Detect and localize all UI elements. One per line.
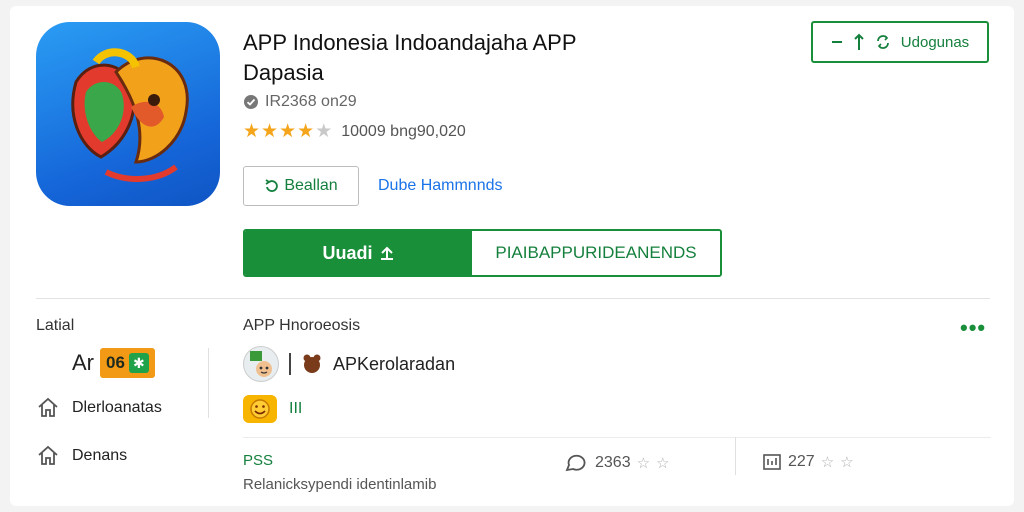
app-id-text: IR2368 on29 xyxy=(265,93,357,110)
home-icon xyxy=(36,396,60,420)
install-button-label: Uuadi xyxy=(322,242,373,263)
badge-label: III xyxy=(289,400,303,417)
top-right-action-button[interactable]: Udogunas xyxy=(811,21,989,63)
developer-row[interactable]: APKerolaradan xyxy=(243,346,455,382)
comment-icon xyxy=(563,452,589,474)
stat-divider xyxy=(735,437,736,475)
avatar xyxy=(243,346,279,382)
star-empty-icon: ★ xyxy=(315,121,333,142)
minus-icon xyxy=(831,36,843,48)
star-empty-icon: ☆ xyxy=(656,455,670,472)
bottom-description: Relanicksypendi identinlamib xyxy=(243,476,437,493)
more-icon[interactable]: ••• xyxy=(960,315,986,341)
wishlist-button[interactable]: Beallan xyxy=(243,166,359,206)
smiley-icon xyxy=(243,395,277,423)
install-button-group: Uuadi PIAIBAPPURIDEANENDS xyxy=(243,229,722,277)
refresh-icon xyxy=(264,178,280,194)
secondary-action-label: PIAIBAPPURIDEANENDS xyxy=(495,243,697,262)
app-id-row: IR2368 on29 xyxy=(243,93,357,111)
section-divider-2 xyxy=(243,437,991,438)
section-divider xyxy=(36,298,990,299)
star-icon: ★ xyxy=(243,121,261,142)
side-item-2-label: Denans xyxy=(72,447,128,464)
section-title: APP Hnoroeosis xyxy=(243,317,361,334)
column-divider xyxy=(208,348,209,418)
side-item-2[interactable]: Denans xyxy=(36,444,127,468)
content-rating-badge-text: 06 xyxy=(106,353,125,372)
grid-count: 227 xyxy=(788,453,815,470)
content-rating-letters: Ar xyxy=(72,350,94,375)
content-rating: Ar 06 ✱ xyxy=(72,348,155,378)
leaf-icon: ✱ xyxy=(128,353,149,373)
developer-logo-icon xyxy=(301,353,323,375)
star-empty-icon: ☆ xyxy=(636,455,651,472)
secondary-action-button[interactable]: PIAIBAPPURIDEANENDS xyxy=(472,231,720,275)
star-empty-icon: ☆ xyxy=(840,454,854,471)
app-title: APP Indonesia Indoandajaha APP Dapasia xyxy=(243,28,763,88)
rating-text: 10009 bng90,020 xyxy=(341,123,466,140)
side-item-1[interactable]: Dlerloanatas xyxy=(36,396,162,420)
pss-label: PSS xyxy=(243,452,274,469)
top-right-action-label: Udogunas xyxy=(900,33,970,51)
star-half-icon: ★ xyxy=(297,121,315,142)
app-title-line2: Dapasia xyxy=(243,60,324,85)
separator xyxy=(289,353,291,375)
badge-row: III xyxy=(243,395,302,423)
install-button[interactable]: Uuadi xyxy=(245,231,472,275)
grid-stat[interactable]: 227 ☆ ☆ xyxy=(762,452,854,472)
wishlist-button-label: Beallan xyxy=(284,177,338,194)
star-icon: ★ xyxy=(279,121,297,142)
star-empty-icon: ☆ xyxy=(820,454,835,471)
developer-link[interactable]: Dube Hammnnds xyxy=(378,177,503,195)
side-item-1-label: Dlerloanatas xyxy=(72,399,162,416)
left-section-label: Latial xyxy=(36,317,75,334)
rating-row: ★ ★ ★ ★ ★ 10009 bng90,020 xyxy=(243,122,466,142)
app-logo xyxy=(36,22,220,206)
home-icon xyxy=(36,444,60,468)
app-title-line1: APP Indonesia Indoandajaha APP xyxy=(243,30,577,55)
verified-icon xyxy=(243,94,259,110)
grid-icon xyxy=(762,452,782,472)
developer-name: APKerolaradan xyxy=(333,353,456,374)
comment-stat[interactable]: 2363 ☆ ☆ xyxy=(563,452,670,474)
arrow-up-icon xyxy=(379,245,395,261)
star-icon: ★ xyxy=(261,121,279,142)
refresh-icon xyxy=(875,34,891,50)
comment-count: 2363 xyxy=(595,454,631,471)
content-rating-badge: 06 ✱ xyxy=(100,348,155,378)
arrow-up-icon xyxy=(853,33,865,51)
